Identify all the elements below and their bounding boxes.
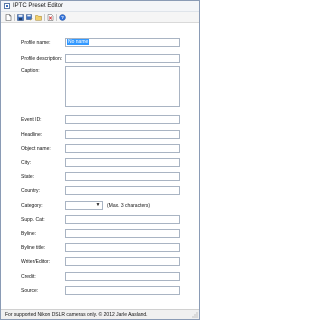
save-icon[interactable] xyxy=(17,14,24,21)
category-dropdown[interactable]: ▼ xyxy=(65,201,103,210)
svg-text:?: ? xyxy=(61,15,64,20)
open-icon[interactable] xyxy=(35,14,42,21)
new-document-icon[interactable] xyxy=(5,14,12,21)
category-hint: (Max. 3 characters) xyxy=(107,203,151,209)
event-id-label: Event ID: xyxy=(21,117,42,123)
writer-editor-label: Writer/Editor: xyxy=(21,259,51,265)
country-label: Country: xyxy=(21,188,40,194)
toolbar: ? xyxy=(1,12,199,23)
supp-cat-field[interactable] xyxy=(65,215,180,224)
save-as-icon[interactable] xyxy=(26,14,33,21)
city-label: City: xyxy=(21,160,31,166)
profile-description-field[interactable] xyxy=(65,54,180,63)
profile-name-value: No name xyxy=(67,39,90,45)
preset-editor-window: IPTC Preset Editor ? Profile name: No na… xyxy=(0,0,200,320)
object-name-label: Object name: xyxy=(21,146,51,152)
toolbar-separator xyxy=(44,14,45,21)
byline-title-field[interactable] xyxy=(65,243,180,252)
toolbar-separator xyxy=(14,14,15,21)
state-label: State: xyxy=(21,174,35,180)
source-label: Source: xyxy=(21,288,39,294)
status-bar: For supported Nikon DSLR cameras only. ©… xyxy=(1,309,199,319)
form-panel: Profile name: No name Profile descriptio… xyxy=(1,23,199,309)
profile-description-label: Profile description: xyxy=(21,56,63,62)
profile-name-field[interactable]: No name xyxy=(65,38,180,47)
supp-cat-label: Supp. Cat: xyxy=(21,217,45,223)
title-bar: IPTC Preset Editor xyxy=(1,1,199,12)
headline-field[interactable] xyxy=(65,130,180,139)
credit-field[interactable] xyxy=(65,272,180,281)
window-title: IPTC Preset Editor xyxy=(13,3,64,9)
category-label: Category: xyxy=(21,203,43,209)
credit-label: Credit: xyxy=(21,274,36,280)
byline-field[interactable] xyxy=(65,229,180,238)
delete-icon[interactable] xyxy=(47,14,54,21)
headline-label: Headline: xyxy=(21,132,43,138)
writer-editor-field[interactable] xyxy=(65,257,180,266)
status-text: For supported Nikon DSLR cameras only. ©… xyxy=(5,312,148,318)
caption-label: Caption: xyxy=(21,68,40,74)
event-id-field[interactable] xyxy=(65,115,180,124)
profile-name-label: Profile name: xyxy=(21,40,51,46)
byline-title-label: Byline title: xyxy=(21,245,46,251)
state-field[interactable] xyxy=(65,172,180,181)
city-field[interactable] xyxy=(65,158,180,167)
source-field[interactable] xyxy=(65,286,180,295)
toolbar-separator xyxy=(56,14,57,21)
object-name-field[interactable] xyxy=(65,144,180,153)
resize-grip-icon[interactable] xyxy=(192,312,198,318)
caption-textarea[interactable] xyxy=(65,66,180,107)
chevron-down-icon[interactable]: ▼ xyxy=(95,202,101,209)
country-field[interactable] xyxy=(65,186,180,195)
app-icon xyxy=(4,3,10,9)
help-icon[interactable]: ? xyxy=(59,14,66,21)
byline-label: Byline: xyxy=(21,231,37,237)
